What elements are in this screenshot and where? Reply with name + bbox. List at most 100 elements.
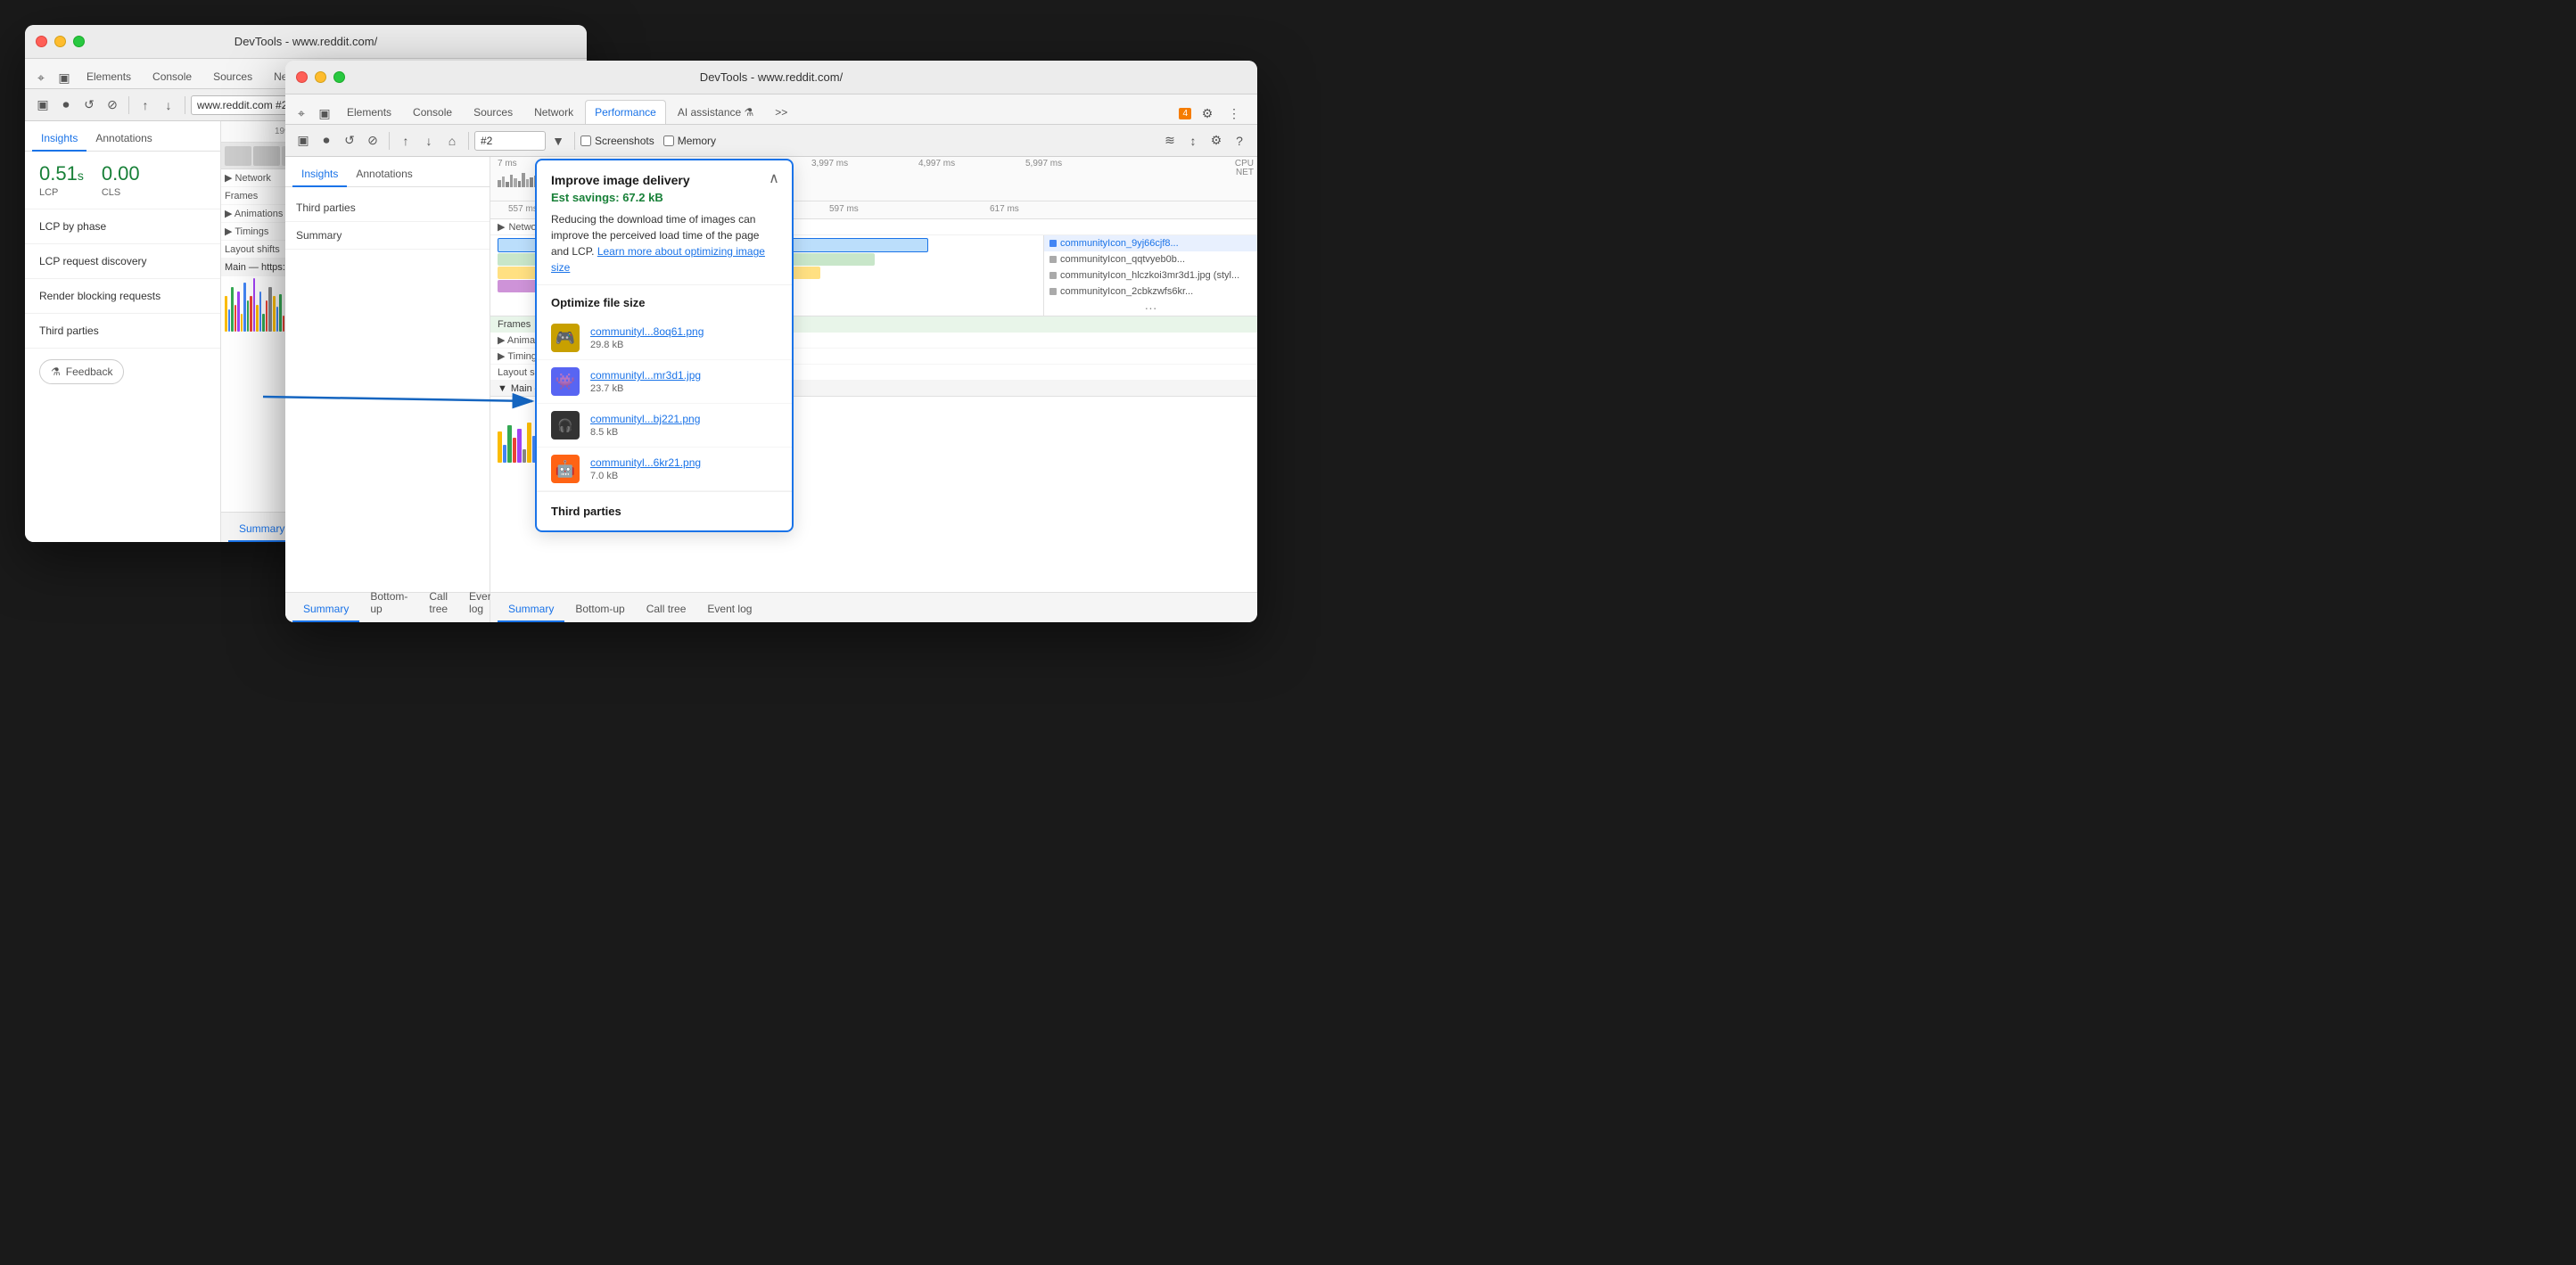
insight-lcp-phase[interactable]: LCP by phase — [25, 209, 220, 244]
upload-icon-2[interactable]: ↑ — [395, 130, 416, 152]
home-icon-2[interactable]: ⌂ — [441, 130, 463, 152]
sep-2b — [468, 132, 469, 150]
settings-icon-2b[interactable]: ⚙ — [1206, 130, 1227, 152]
sep-1 — [128, 96, 129, 114]
tab-ai-assistance-2[interactable]: AI assistance ⚗ — [668, 100, 763, 124]
tab-console-1[interactable]: Console — [143, 64, 202, 88]
insights-tab-insights-2[interactable]: Insights — [292, 162, 347, 187]
bottom-tab-bottom-up-2[interactable]: Bottom-up — [359, 585, 418, 622]
insights-tab-annotations-1[interactable]: Annotations — [86, 127, 160, 152]
req-item-4[interactable]: communityIcon_2cbkzwfs6kr... — [1044, 283, 1257, 300]
insights-panel-2: Insights Annotations Third parties Summa… — [285, 157, 490, 622]
ruler-7ms: 7 ms — [498, 159, 517, 168]
dropdown-icon-2[interactable]: ▼ — [547, 130, 569, 152]
panel-icon-2[interactable]: ▣ — [292, 130, 314, 152]
insights-tab-annotations-2[interactable]: Annotations — [347, 162, 421, 187]
popup-optimize-title: Optimize file size — [537, 285, 792, 316]
popup-savings: Est savings: 67.2 kB — [551, 191, 778, 204]
panel-icon[interactable]: ▣ — [32, 94, 53, 116]
screenshots-checkbox-2[interactable] — [580, 136, 591, 146]
memory-checkbox-label[interactable]: Memory — [663, 135, 716, 147]
insight-third-parties-2[interactable]: Third parties — [285, 194, 490, 222]
bottom-tabs-2: Summary Bottom-up Call tree Event log — [285, 592, 490, 622]
insights-tab-insights-1[interactable]: Insights — [32, 127, 86, 152]
tab-sources-1[interactable]: Sources — [203, 64, 262, 88]
tab-sources-2[interactable]: Sources — [464, 100, 523, 124]
popup-close-button[interactable]: ∧ — [765, 169, 783, 187]
tab-elements-2[interactable]: Elements — [337, 100, 401, 124]
cursor-icon-2[interactable]: ⌖ — [291, 103, 312, 124]
popup-description: Reducing the download time of images can… — [551, 211, 778, 275]
minimize-button-2[interactable] — [315, 71, 326, 83]
req-item-2[interactable]: communityIcon_qqtvyeb0b... — [1044, 251, 1257, 267]
file-link-2[interactable]: communityl...mr3d1.jpg — [590, 369, 701, 382]
cls-metric: 0.00 CLS — [102, 162, 140, 198]
sep-2c — [574, 132, 575, 150]
file-size-3: 8.5 kB — [590, 427, 700, 438]
insights-panel-1: Insights Annotations 0.51s LCP 0.00 CLS … — [25, 121, 221, 542]
ruler-5997ms: 5,997 ms — [1025, 159, 1062, 168]
learn-more-link[interactable]: Learn more about optimizing image size — [551, 245, 765, 274]
feedback-button-1[interactable]: ⚗ Feedback — [39, 359, 124, 384]
bottom-tab-event-log-2b[interactable]: Event log — [696, 597, 762, 622]
frames-label: Frames — [498, 319, 531, 330]
popup-header: Improve image delivery Est savings: 67.2… — [537, 160, 792, 285]
cursor-icon[interactable]: ⌖ — [30, 67, 52, 88]
close-button-2[interactable] — [296, 71, 308, 83]
help-icon-2[interactable]: ? — [1229, 130, 1250, 152]
bottom-tab-summary-2b[interactable]: Summary — [498, 597, 564, 622]
bottom-tab-summary-2[interactable]: Summary — [292, 597, 359, 622]
refresh-icon[interactable]: ↺ — [78, 94, 100, 116]
file-thumb-1: 🎮 — [551, 324, 580, 352]
tab-console-2[interactable]: Console — [403, 100, 462, 124]
file-link-4[interactable]: communityl...6kr21.png — [590, 456, 701, 469]
url-bar-2[interactable]: #2 — [474, 131, 546, 151]
memory-checkbox[interactable] — [663, 136, 674, 146]
tab-network-2[interactable]: Network — [524, 100, 583, 124]
file-link-1[interactable]: communityl...8oq61.png — [590, 325, 704, 338]
insight-third-parties[interactable]: Third parties — [25, 314, 220, 349]
cpu-throttle-icon[interactable]: ↕ — [1182, 130, 1204, 152]
tab-elements-1[interactable]: Elements — [77, 64, 141, 88]
inspector-icon-2[interactable]: ▣ — [314, 103, 335, 124]
popup-title: Improve image delivery — [551, 173, 778, 187]
download-icon[interactable]: ↓ — [158, 94, 179, 116]
close-button-1[interactable] — [36, 36, 47, 47]
minimize-button-1[interactable] — [54, 36, 66, 47]
clear-icon-2[interactable]: ⊘ — [362, 130, 383, 152]
settings-icon-2[interactable]: ⚙ — [1197, 103, 1218, 124]
upload-icon[interactable]: ↑ — [135, 94, 156, 116]
more-icon-2[interactable]: ⋮ — [1223, 103, 1245, 124]
file-size-2: 23.7 kB — [590, 383, 701, 394]
url-value-1: www.reddit.com #2 — [197, 99, 287, 111]
feedback-icon: ⚗ — [51, 366, 61, 378]
maximize-button-2[interactable] — [333, 71, 345, 83]
traffic-lights-2 — [296, 71, 345, 83]
bottom-tab-call-tree-2[interactable]: Call tree — [418, 585, 458, 622]
refresh-icon-2[interactable]: ↺ — [339, 130, 360, 152]
file-item-2: 👾 communityl...mr3d1.jpg 23.7 kB — [537, 360, 792, 404]
file-info-1: communityl...8oq61.png 29.8 kB — [590, 325, 704, 350]
window-title-1: DevTools - www.reddit.com/ — [235, 35, 377, 48]
record-icon-2[interactable]: ⏺ — [316, 130, 337, 152]
req-item-3[interactable]: communityIcon_hlczkoi3mr3d1.jpg (styl... — [1044, 267, 1257, 283]
insight-render-blocking[interactable]: Render blocking requests — [25, 279, 220, 314]
tab-performance-2[interactable]: Performance — [585, 100, 666, 124]
record-icon[interactable]: ⏺ — [55, 94, 77, 116]
download-icon-2[interactable]: ↓ — [418, 130, 440, 152]
screenshots-checkbox-2-label[interactable]: Screenshots — [580, 135, 654, 147]
bottom-tab-call-tree-2b[interactable]: Call tree — [636, 597, 697, 622]
network-section-triangle: ▶ — [498, 221, 505, 233]
bottom-tab-bottom-up-2b[interactable]: Bottom-up — [564, 597, 635, 622]
insight-lcp-request[interactable]: LCP request discovery — [25, 244, 220, 279]
insight-summary-2[interactable]: Summary — [285, 222, 490, 250]
network-request-list: communityIcon_9yj66cjf8... communityIcon… — [1043, 235, 1257, 316]
file-item-3: 🎧 communityl...bj221.png 8.5 kB — [537, 404, 792, 448]
network-throttle-icon[interactable]: ≋ — [1159, 130, 1181, 152]
clear-icon[interactable]: ⊘ — [102, 94, 123, 116]
maximize-button-1[interactable] — [73, 36, 85, 47]
req-item-1[interactable]: communityIcon_9yj66cjf8... — [1044, 235, 1257, 251]
tab-more-2[interactable]: >> — [765, 100, 797, 124]
file-link-3[interactable]: communityl...bj221.png — [590, 413, 700, 425]
inspector-icon[interactable]: ▣ — [53, 67, 75, 88]
